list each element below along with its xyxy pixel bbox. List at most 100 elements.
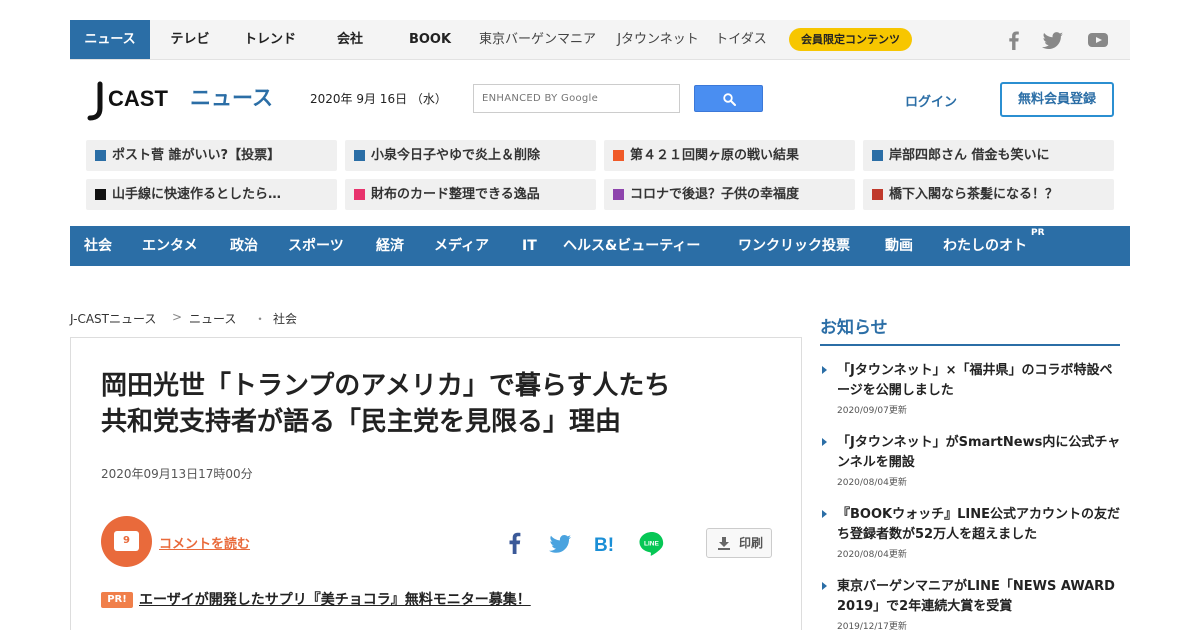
article-card: 岡田光世「トランプのアメリカ」で暮らす人たち 共和党支持者が語る「民主党を見限る… <box>70 337 802 630</box>
triangle-right-icon <box>822 510 827 518</box>
topnav-item-trend[interactable]: トレンド <box>235 20 305 59</box>
notice-item[interactable]: 「Jタウンネット」×「福井県」のコラボ特設ページを公開しました 2020/09/… <box>822 361 1122 421</box>
comment-count-icon[interactable]: 9 <box>101 516 152 567</box>
breadcrumb-home[interactable]: J-CASTニュース <box>70 310 156 327</box>
search-input[interactable] <box>474 85 679 112</box>
notice-item[interactable]: 東京バーゲンマニアがLINE「NEWS AWARD 2019」で2年連続大賞を受… <box>822 577 1122 630</box>
topnav-item-jtown[interactable]: Jタウンネット <box>608 20 708 59</box>
pr-ad-link[interactable]: エーザイが開発したサプリ『美チョコラ』無料モニター募集！ <box>139 589 531 609</box>
article-title: 岡田光世「トランプのアメリカ」で暮らす人たち 共和党支持者が語る「民主党を見限る… <box>101 368 781 440</box>
notice-date: 2020/09/07更新 <box>837 406 907 416</box>
logo-cast-text: CAST <box>108 86 168 111</box>
tile-label: 財布のカード整理できる逸品 <box>371 187 540 202</box>
member-content-badge[interactable]: 会員限定コンテンツ <box>789 28 912 51</box>
tile-label: 第４２１回関ヶ原の戦い結果 <box>630 148 800 163</box>
youtube-icon[interactable] <box>1087 29 1109 51</box>
twitter-icon[interactable] <box>1042 29 1064 51</box>
category-entertainment[interactable]: エンタメ <box>142 226 198 266</box>
logo-news-text: ニュース <box>190 86 273 110</box>
register-button[interactable]: 無料会員登録 <box>1000 82 1114 117</box>
facebook-icon[interactable] <box>1003 29 1025 51</box>
category-politics[interactable]: 政治 <box>230 226 258 266</box>
trend-tile[interactable]: 岸部四郎さん 借金も笑いに <box>863 140 1114 171</box>
tile-marker <box>872 150 883 161</box>
tile-label: 山手線に快速作るとしたら… <box>112 187 282 202</box>
trend-tile[interactable]: 山手線に快速作るとしたら… <box>86 179 337 210</box>
twitter-share-icon[interactable] <box>546 529 574 557</box>
breadcrumb-news[interactable]: ニュース <box>189 310 236 327</box>
category-media[interactable]: メディア <box>434 226 489 266</box>
comment-count: 9 <box>114 531 139 551</box>
line-share-icon[interactable]: LINE <box>637 529 667 559</box>
notice-text[interactable]: 「Jタウンネット」がSmartNews内に公式チャンネルを開設 <box>837 433 1122 473</box>
search-icon <box>723 93 736 106</box>
svg-text:LINE: LINE <box>644 541 659 548</box>
current-date: 2020年 9月 16日 （水） <box>310 92 447 106</box>
trend-tile[interactable]: ポスト菅 誰がいい?【投票】 <box>86 140 337 171</box>
tile-marker <box>613 189 624 200</box>
category-sports[interactable]: スポーツ <box>288 226 344 266</box>
tile-label: ポスト菅 誰がいい?【投票】 <box>112 148 281 163</box>
topnav-item-company[interactable]: 会社 <box>320 20 380 59</box>
category-nav: 社会 エンタメ 政治 スポーツ 経済 メディア IT ヘルス&ビューティー ワン… <box>70 226 1130 266</box>
tile-marker <box>354 150 365 161</box>
tile-marker <box>95 189 106 200</box>
breadcrumb-separator: > <box>172 310 183 324</box>
svg-text:B!: B! <box>594 535 614 556</box>
notices-heading: お知らせ <box>820 318 888 338</box>
trend-tile[interactable]: 財布のカード整理できる逸品 <box>345 179 596 210</box>
triangle-right-icon <box>822 582 827 590</box>
tile-marker <box>95 150 106 161</box>
print-label: 印刷 <box>739 536 764 550</box>
topnav-item-tv[interactable]: テレビ <box>160 20 220 59</box>
category-economy[interactable]: 経済 <box>376 226 404 266</box>
topnav-item-news[interactable]: ニュース <box>70 20 150 59</box>
pr-mark: PR <box>1031 228 1045 238</box>
article-title-line2: 共和党支持者が語る「民主党を見限る」理由 <box>101 407 622 437</box>
tile-marker <box>354 189 365 200</box>
topnav-item-toidas[interactable]: トイダス <box>710 20 772 59</box>
topnav-item-bargain[interactable]: 東京バーゲンマニア <box>475 20 600 59</box>
notices-divider <box>820 344 1120 346</box>
category-watashi-no-oto[interactable]: わたしのオト <box>943 226 1027 266</box>
trend-tile[interactable]: コロナで後退？子供の幸福度 <box>604 179 855 210</box>
trend-tile[interactable]: 小泉今日子やゆで炎上＆削除 <box>345 140 596 171</box>
pr-badge: PR! <box>101 592 133 608</box>
category-society[interactable]: 社会 <box>84 226 112 266</box>
print-icon <box>718 537 730 550</box>
article-title-line1: 岡田光世「トランプのアメリカ」で暮らす人たち <box>101 371 671 401</box>
notice-text[interactable]: 「Jタウンネット」×「福井県」のコラボ特設ページを公開しました <box>837 361 1122 401</box>
breadcrumb-society[interactable]: 社会 <box>273 310 297 327</box>
notice-text[interactable]: 東京バーゲンマニアがLINE「NEWS AWARD 2019」で2年連続大賞を受… <box>837 577 1122 617</box>
trend-tile[interactable]: 第４２１回関ヶ原の戦い結果 <box>604 140 855 171</box>
topnav-item-book[interactable]: BOOK <box>395 20 465 59</box>
trend-tile[interactable]: 橋下入閣なら茶髪になる！？ <box>863 179 1114 210</box>
triangle-right-icon <box>822 366 827 374</box>
search-box[interactable] <box>473 84 680 113</box>
triangle-right-icon <box>822 438 827 446</box>
notice-date: 2019/12/17更新 <box>837 622 907 630</box>
article-date: 2020年09月13日17時00分 <box>101 467 253 481</box>
category-one-click-vote[interactable]: ワンクリック投票 <box>738 226 850 266</box>
breadcrumb-separator: ・ <box>254 312 267 326</box>
category-video[interactable]: 動画 <box>885 226 913 266</box>
jcast-logo[interactable]: CAST ニュース <box>86 80 276 121</box>
tile-label: 岸部四郎さん 借金も笑いに <box>889 148 1050 163</box>
read-comments-link[interactable]: コメントを読む <box>159 533 250 552</box>
print-button[interactable]: 印刷 <box>706 528 772 558</box>
tile-label: 橋下入閣なら茶髪になる！？ <box>889 187 1059 202</box>
category-health-beauty[interactable]: ヘルス&ビューティー <box>563 226 700 266</box>
hatena-bookmark-icon[interactable]: B! <box>591 529 619 557</box>
notice-text[interactable]: 『BOOKウォッチ』LINE公式アカウントの友だち登録者数が52万人を超えました <box>837 505 1122 545</box>
login-link[interactable]: ログイン <box>905 91 957 110</box>
category-it[interactable]: IT <box>522 226 537 266</box>
tile-marker <box>872 189 883 200</box>
top-nav: ニュース テレビ トレンド 会社 BOOK 東京バーゲンマニア Jタウンネット … <box>70 20 1130 60</box>
tile-label: 小泉今日子やゆで炎上＆削除 <box>371 148 541 163</box>
tile-marker <box>613 150 624 161</box>
search-button[interactable] <box>694 85 763 112</box>
facebook-share-icon[interactable] <box>501 529 529 557</box>
notice-item[interactable]: 『BOOKウォッチ』LINE公式アカウントの友だち登録者数が52万人を超えました… <box>822 505 1122 565</box>
notice-date: 2020/08/04更新 <box>837 550 907 560</box>
notice-item[interactable]: 「Jタウンネット」がSmartNews内に公式チャンネルを開設 2020/08/… <box>822 433 1122 493</box>
